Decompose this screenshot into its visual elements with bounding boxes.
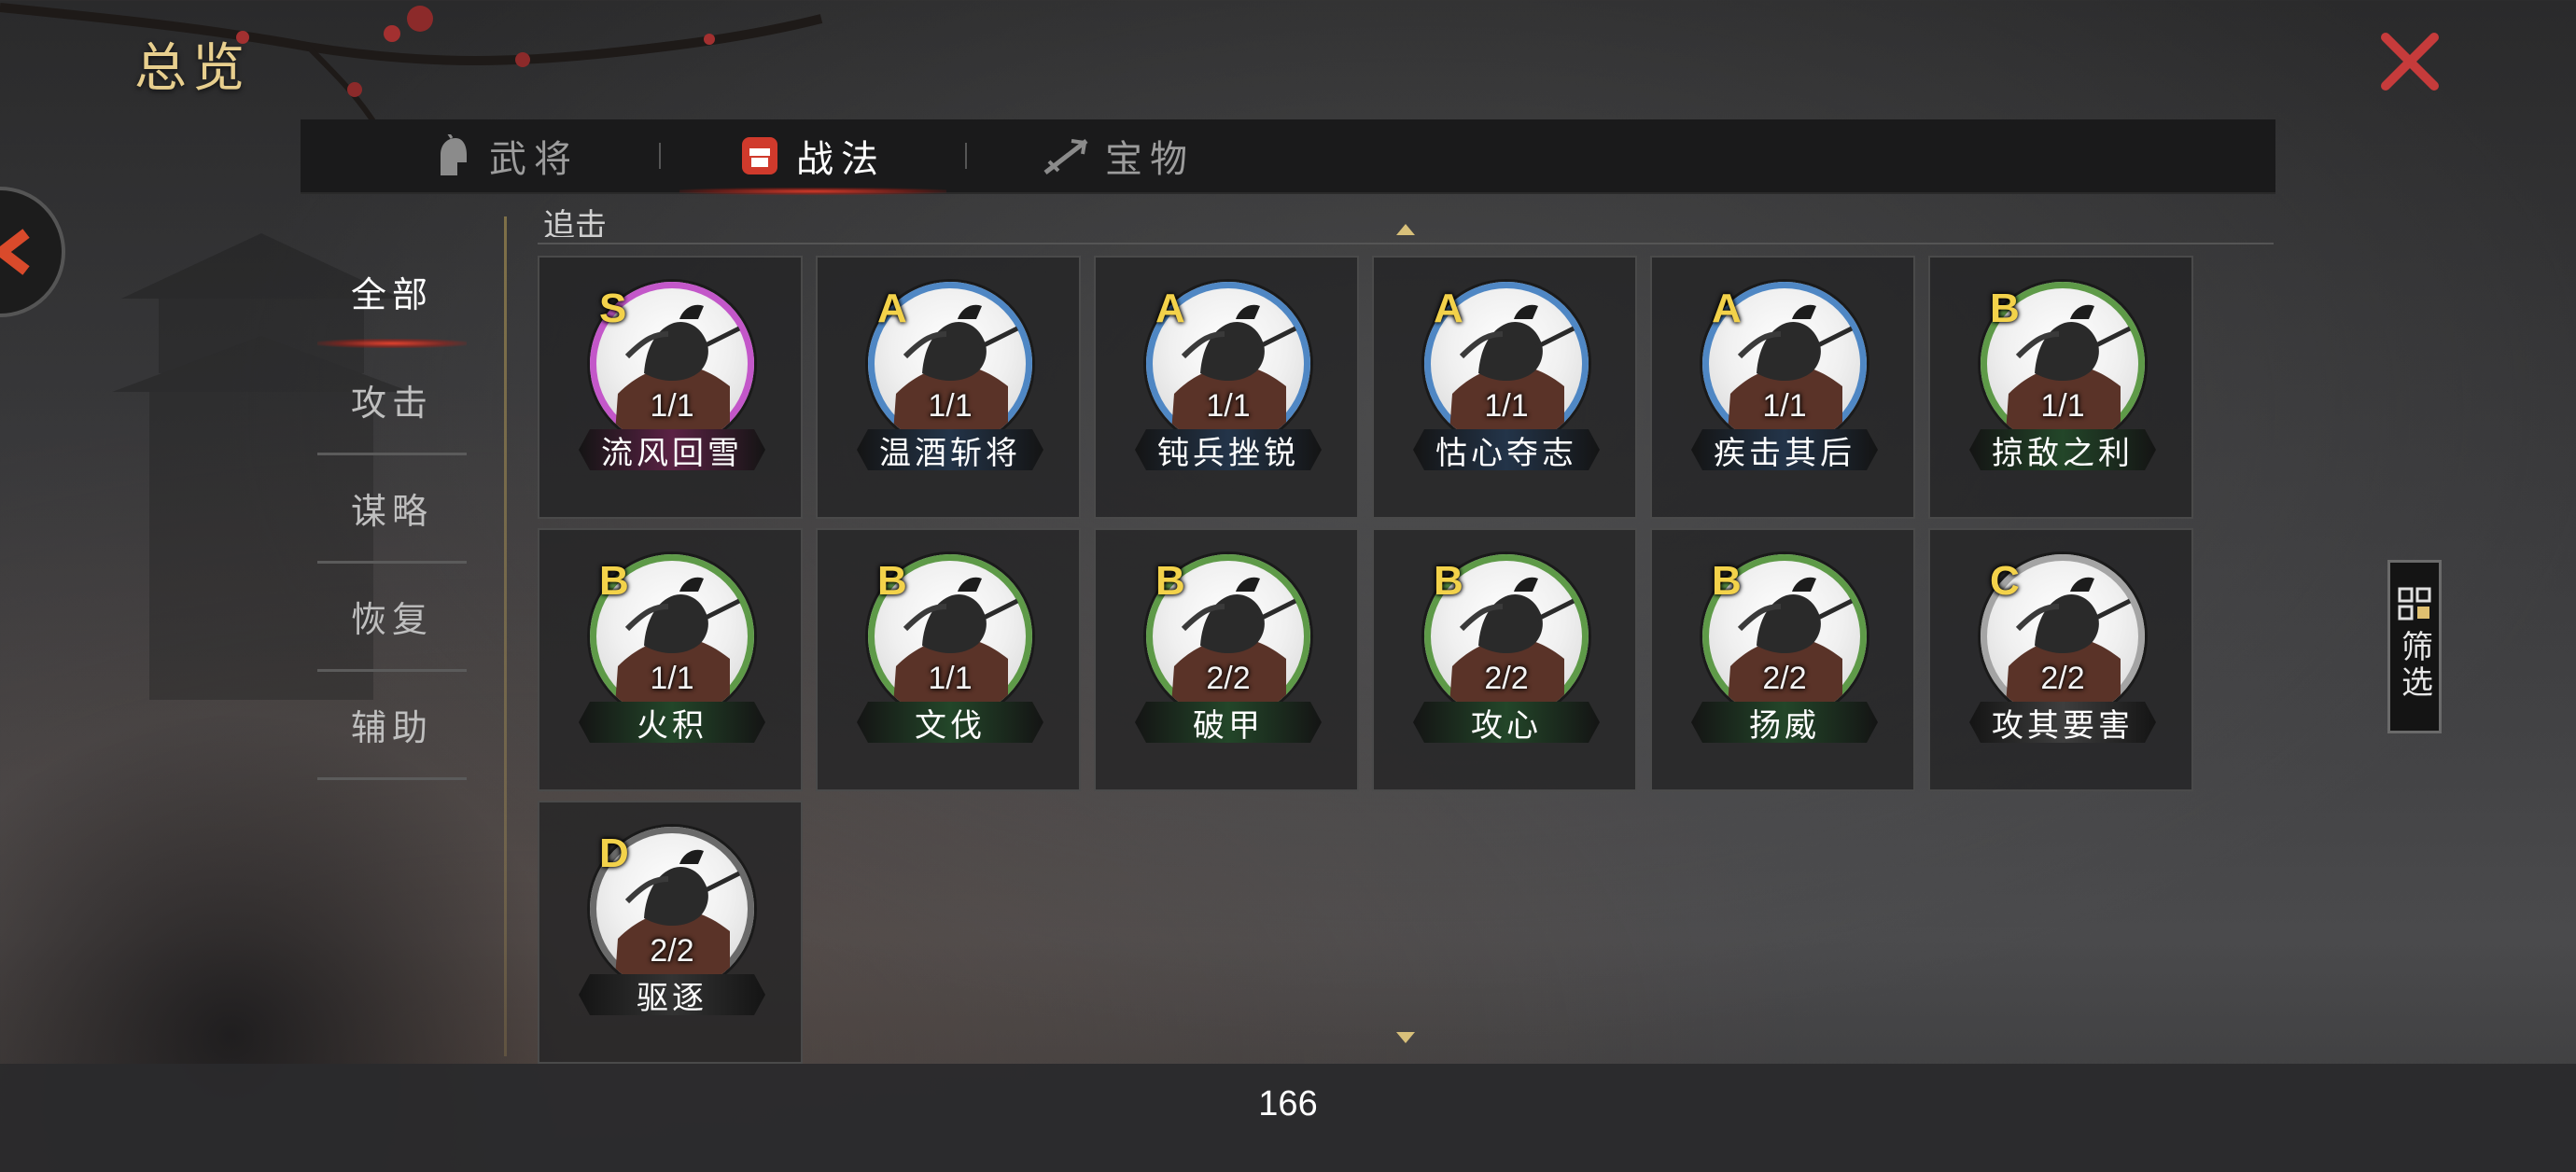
section-divider bbox=[538, 243, 2274, 244]
tactic-name: 文伐 bbox=[857, 702, 1043, 743]
grade-badge: B bbox=[1434, 558, 1463, 604]
section-label-partial: 追击 bbox=[543, 209, 607, 237]
category-tab-bar: 武将 战法 宝物 bbox=[301, 119, 2275, 195]
tactic-count: 2/2 bbox=[1762, 661, 1807, 696]
grid-filter-icon bbox=[2398, 587, 2431, 621]
grade-badge: B bbox=[1990, 286, 2020, 331]
fist-icon bbox=[742, 137, 777, 174]
category-support[interactable]: 辅助 bbox=[317, 672, 467, 780]
grade-badge: B bbox=[599, 558, 629, 604]
grade-badge: D bbox=[599, 830, 629, 876]
tactic-count: 1/1 bbox=[1762, 388, 1807, 424]
filter-button[interactable]: 筛选 bbox=[2387, 560, 2442, 733]
close-icon[interactable] bbox=[2378, 30, 2442, 93]
plum-branch-decoration bbox=[0, 3, 823, 123]
grade-badge: A bbox=[1155, 286, 1185, 331]
category-menu: 全部 攻击 谋略 恢复 辅助 bbox=[317, 239, 467, 780]
grade-badge: B bbox=[1155, 558, 1185, 604]
grade-badge: C bbox=[1990, 558, 2020, 604]
tactic-name: 驱逐 bbox=[579, 974, 765, 1015]
tactic-name: 扬威 bbox=[1691, 702, 1878, 743]
tactic-card[interactable]: D 2/2 驱逐 bbox=[538, 801, 803, 1064]
tactic-count: 1/1 bbox=[2040, 388, 2085, 424]
tactic-count: 1/1 bbox=[1484, 388, 1529, 424]
side-menu-badge[interactable] bbox=[0, 187, 65, 317]
tab-label: 战法 bbox=[796, 138, 886, 181]
tactic-count: 2/2 bbox=[2040, 661, 2085, 696]
grade-badge: B bbox=[1712, 558, 1742, 604]
category-all[interactable]: 全部 bbox=[317, 239, 467, 348]
grade-badge: A bbox=[1712, 286, 1742, 331]
tab-tactics[interactable]: 战法 bbox=[661, 119, 965, 195]
tactic-card[interactable]: B 2/2 攻心 bbox=[1372, 528, 1637, 791]
grade-badge: A bbox=[877, 286, 907, 331]
tactic-card[interactable]: A 1/1 怙心夺志 bbox=[1372, 256, 1637, 519]
tactic-name: 攻其要害 bbox=[1969, 702, 2156, 743]
scroll-down-arrow-icon[interactable] bbox=[1394, 1030, 1417, 1045]
tactic-card[interactable]: B 2/2 破甲 bbox=[1094, 528, 1359, 791]
menu-divider bbox=[504, 216, 507, 1056]
helmet-icon bbox=[441, 134, 467, 175]
tactic-card[interactable]: B 1/1 文伐 bbox=[816, 528, 1081, 791]
page-title: 总览 bbox=[134, 38, 250, 99]
tactic-name: 攻心 bbox=[1413, 702, 1600, 743]
chevron-logo-icon bbox=[0, 229, 30, 275]
scroll-up-arrow-icon[interactable] bbox=[1394, 222, 1417, 237]
tactic-count: 2/2 bbox=[1206, 661, 1251, 696]
tactic-name: 流风回雪 bbox=[579, 429, 765, 470]
tactic-name: 疾击其后 bbox=[1691, 429, 1878, 470]
category-strategy[interactable]: 谋略 bbox=[317, 455, 467, 564]
grade-badge: B bbox=[877, 558, 907, 604]
tactic-count: 1/1 bbox=[1206, 388, 1251, 424]
tactic-grid: S 1/1 流风回雪 A 1/1 温酒斩将 A 1/1 钝兵挫锐 A 1/1 怙心夺志 A 1/1 疾击其后… bbox=[538, 256, 2199, 1064]
tactic-name: 破甲 bbox=[1135, 702, 1322, 743]
tactic-card[interactable]: B 1/1 掠敌之利 bbox=[1928, 256, 2193, 519]
tactic-count: 2/2 bbox=[1484, 661, 1529, 696]
tactic-name: 火积 bbox=[579, 702, 765, 743]
tactic-card[interactable]: A 1/1 钝兵挫锐 bbox=[1094, 256, 1359, 519]
tactic-name: 掠敌之利 bbox=[1969, 429, 2156, 470]
tactic-count: 1/1 bbox=[650, 388, 694, 424]
tactic-count: 1/1 bbox=[928, 388, 973, 424]
grade-badge: S bbox=[599, 286, 627, 331]
tab-treasures[interactable]: 宝物 bbox=[967, 119, 1271, 193]
tab-label: 武将 bbox=[489, 138, 579, 181]
tactic-card[interactable]: C 2/2 攻其要害 bbox=[1928, 528, 2193, 791]
tactic-name: 怙心夺志 bbox=[1413, 429, 1600, 470]
tactic-card[interactable]: A 1/1 疾击其后 bbox=[1650, 256, 1915, 519]
tactic-card[interactable]: A 1/1 温酒斩将 bbox=[816, 256, 1081, 519]
category-recovery[interactable]: 恢复 bbox=[317, 564, 467, 672]
tactic-card[interactable]: B 2/2 扬威 bbox=[1650, 528, 1915, 791]
blade-icon bbox=[1043, 139, 1088, 174]
tactic-count: 1/1 bbox=[650, 661, 694, 696]
tactic-card[interactable]: S 1/1 流风回雪 bbox=[538, 256, 803, 519]
tactic-card[interactable]: B 1/1 火积 bbox=[538, 528, 803, 791]
tab-generals[interactable]: 武将 bbox=[355, 119, 659, 193]
tab-label: 宝物 bbox=[1105, 138, 1195, 181]
grade-badge: A bbox=[1434, 286, 1463, 331]
filter-label: 筛选 bbox=[2395, 630, 2433, 701]
tactic-name: 钝兵挫锐 bbox=[1135, 429, 1322, 470]
category-attack[interactable]: 攻击 bbox=[317, 347, 467, 455]
page-number: 166 bbox=[1258, 1084, 1318, 1123]
tactic-count: 2/2 bbox=[650, 933, 694, 969]
tactic-name: 温酒斩将 bbox=[857, 429, 1043, 470]
tactic-count: 1/1 bbox=[928, 661, 973, 696]
